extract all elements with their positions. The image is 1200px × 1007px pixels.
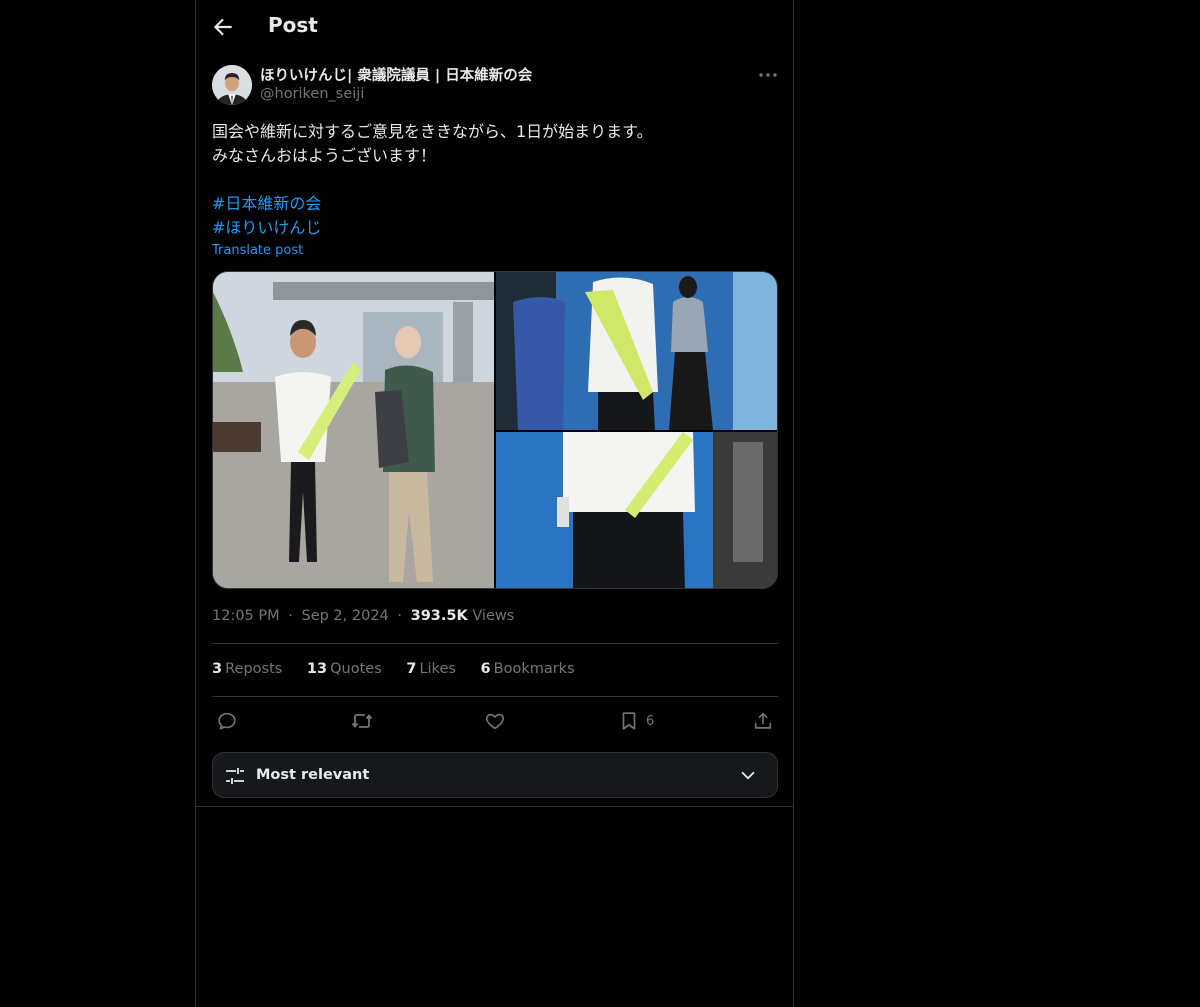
divider [212, 696, 778, 697]
share-icon [754, 712, 772, 729]
media-photo-1[interactable] [213, 272, 494, 589]
more-icon[interactable] [756, 66, 780, 84]
media-photo-3[interactable] [496, 432, 778, 589]
post-meta: 12:05 PM · Sep 2, 2024 · 393.5K Views [212, 608, 514, 624]
meta-separator: · [288, 608, 293, 624]
post-text-line-1: 国会や維新に対するご意見をききながら、1日が始まります。 [212, 122, 653, 141]
reply-button[interactable] [216, 709, 238, 733]
author-handle[interactable]: @horiken_seiji [260, 86, 364, 102]
back-arrow-icon[interactable] [210, 14, 236, 40]
views-label: Views [472, 608, 515, 624]
hashtag-link[interactable]: #日本維新の会 [212, 192, 321, 216]
views-count: 393.5K [410, 608, 468, 624]
meta-separator: · [397, 608, 402, 624]
main-column: Post ほりいけんじ| 衆議院議員 | 日本維新の会 @horiken_sei… [195, 0, 794, 1007]
bookmark-count: 6 [646, 713, 655, 729]
post-time[interactable]: 12:05 PM [212, 608, 280, 624]
divider [212, 643, 778, 644]
author-display-name[interactable]: ほりいけんじ| 衆議院議員 | 日本維新の会 [260, 64, 532, 85]
page-title: Post [268, 13, 318, 37]
stat-bookmarks[interactable]: 6 Bookmarks [481, 661, 575, 677]
hashtag-link[interactable]: #ほりいけんじ [212, 216, 321, 240]
post-text-line-2: みなさんおはようございます！ [212, 146, 437, 165]
media-grid [212, 271, 778, 589]
stat-likes[interactable]: 7 Likes [406, 661, 456, 677]
like-button[interactable] [484, 709, 506, 733]
post-text: 国会や維新に対するご意見をききながら、1日が始まります。 みなさんおはようござい… [212, 120, 653, 168]
bookmark-button[interactable]: 6 [618, 709, 654, 733]
avatar[interactable] [212, 65, 252, 105]
chevron-down-icon [741, 771, 755, 780]
bookmark-icon [622, 712, 636, 730]
post-date[interactable]: Sep 2, 2024 [301, 608, 388, 624]
sliders-icon [226, 768, 244, 784]
reply-icon [218, 712, 236, 730]
engagement-stats: 3 Reposts 13 Quotes 7 Likes 6 Bookmarks [212, 661, 595, 677]
translate-post-link[interactable]: Translate post [212, 243, 303, 258]
media-photo-2[interactable] [496, 272, 778, 430]
divider [196, 806, 794, 807]
media-photos [213, 272, 778, 589]
avatar-image [212, 65, 252, 105]
stat-quotes[interactable]: 13 Quotes [307, 661, 382, 677]
sort-label: Most relevant [256, 767, 370, 783]
page-header: Post [196, 0, 794, 54]
like-icon [485, 713, 505, 730]
reply-sort-dropdown[interactable]: Most relevant [212, 752, 778, 798]
repost-button[interactable] [350, 709, 374, 733]
repost-icon [351, 714, 373, 728]
share-button[interactable] [752, 709, 774, 733]
stat-reposts[interactable]: 3 Reposts [212, 661, 282, 677]
